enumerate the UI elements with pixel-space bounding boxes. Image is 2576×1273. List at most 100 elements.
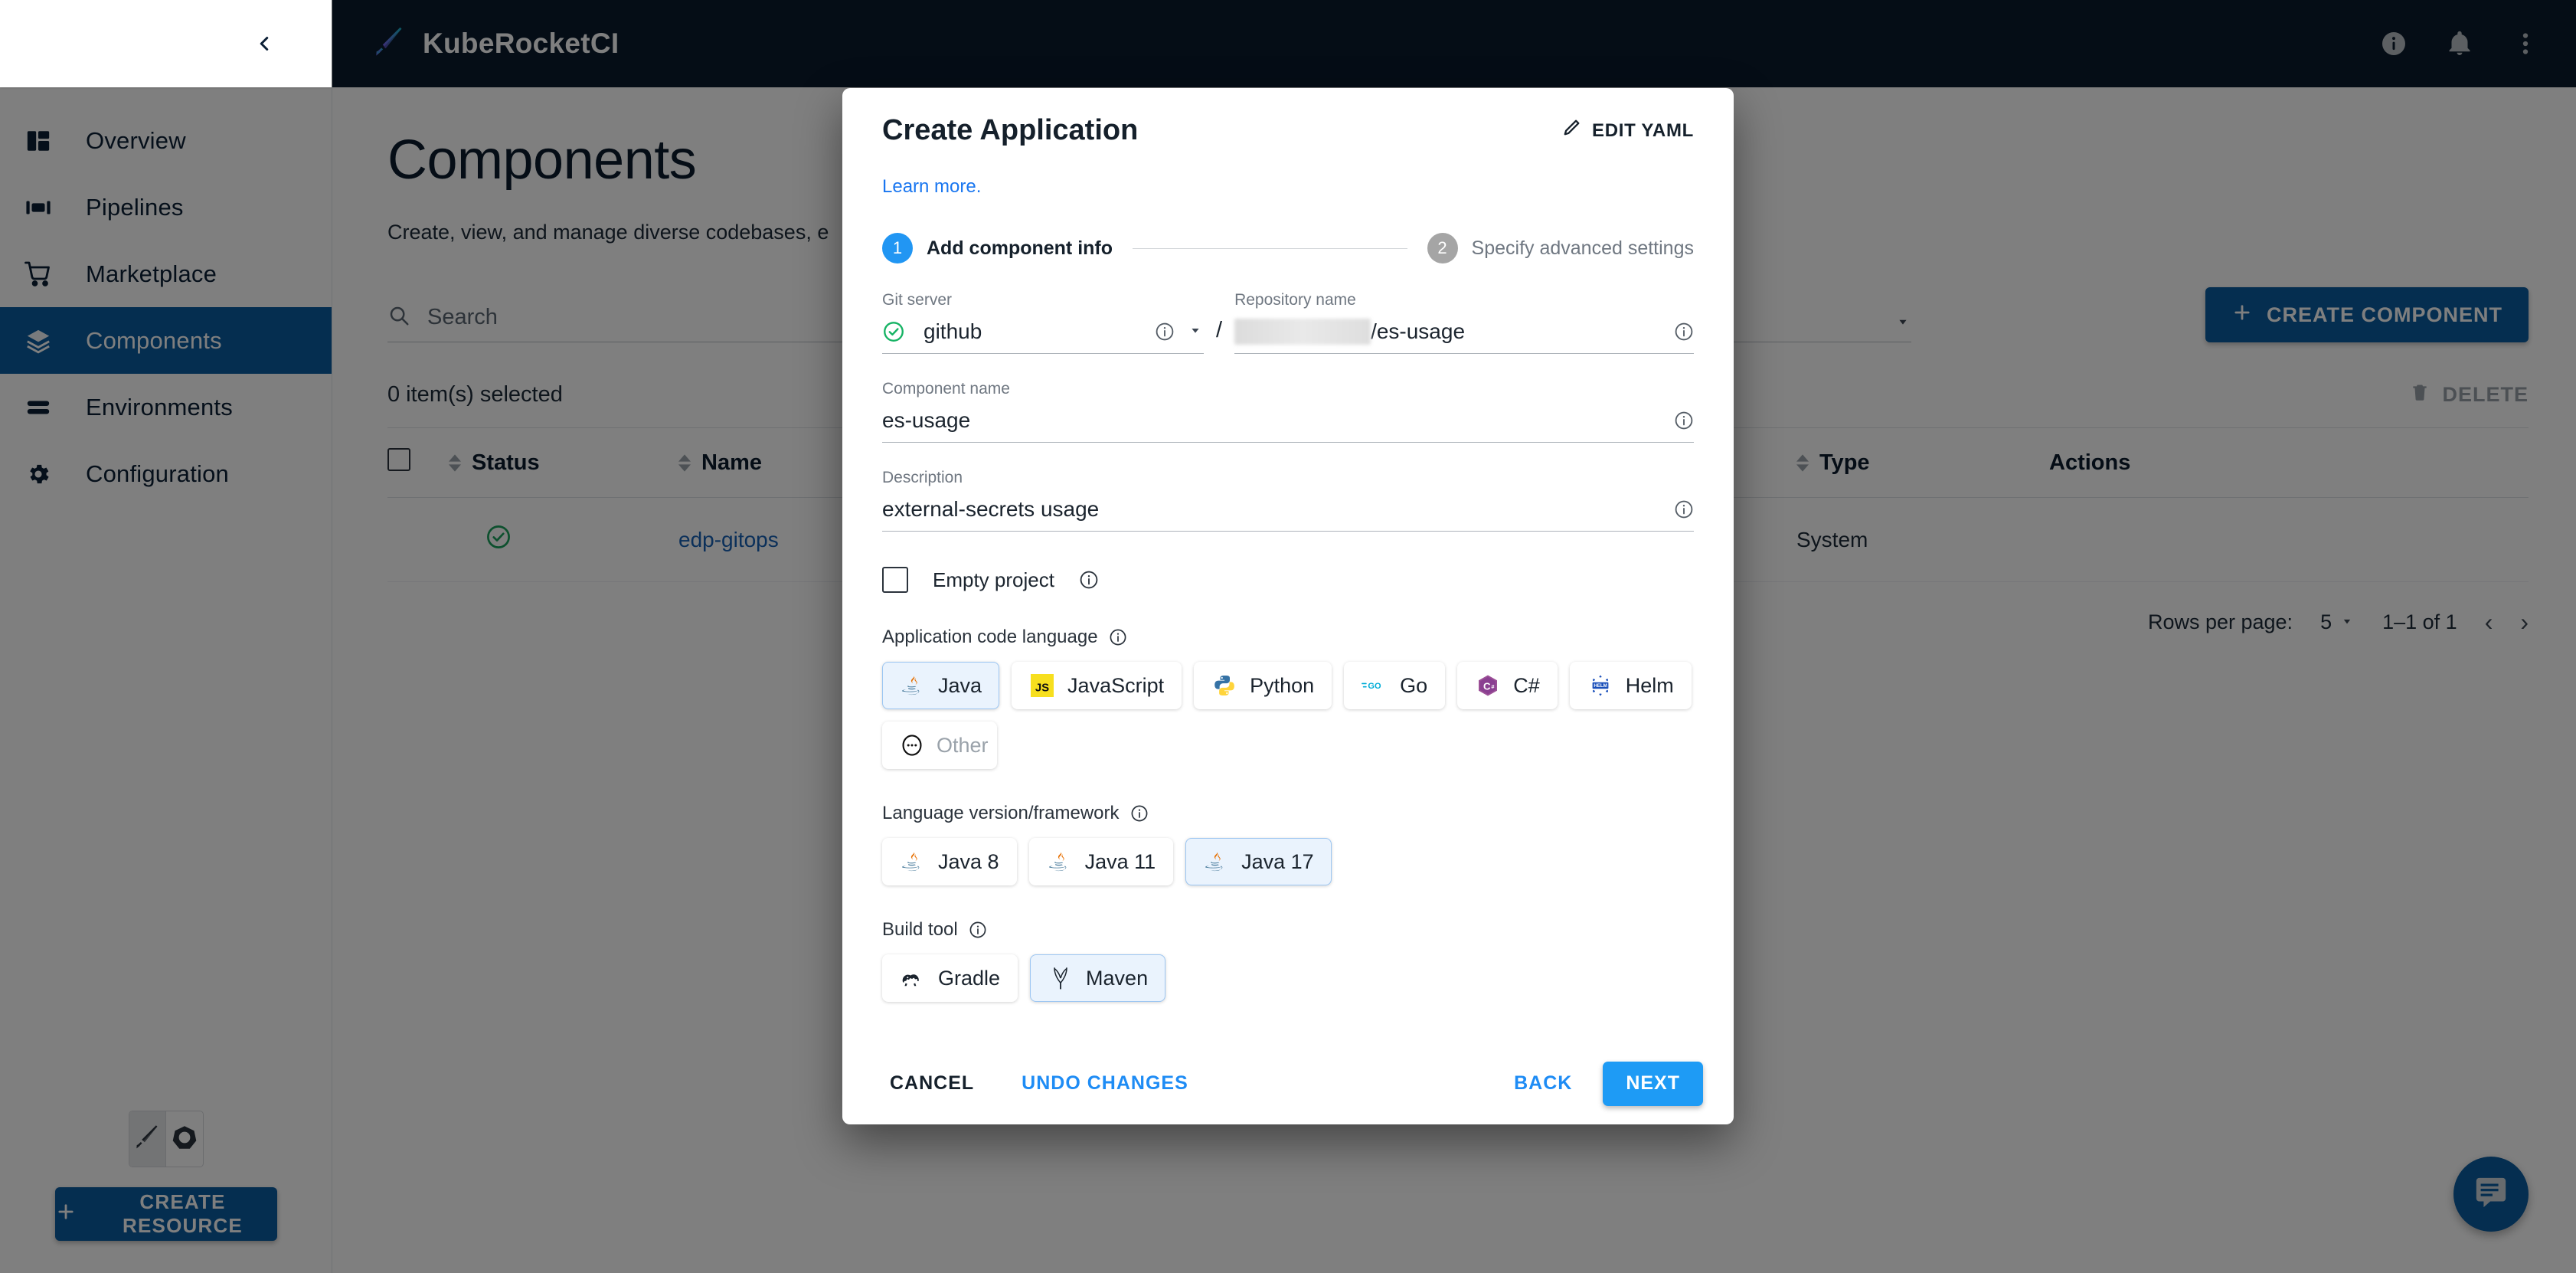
language-option-csharp[interactable]: C # C# xyxy=(1457,662,1558,709)
build-tool-label-text: Build tool xyxy=(882,919,958,940)
component-name-field[interactable]: Component name es-usage xyxy=(882,380,1694,443)
info-circle-icon[interactable] xyxy=(1674,322,1694,342)
language-options: Java JS JavaScript Python GO Go C # C# H… xyxy=(882,662,1694,769)
version-option-java-17[interactable]: Java 17 xyxy=(1185,838,1332,885)
helm-icon: HELM xyxy=(1587,672,1613,699)
language-option-helm[interactable]: HELM Helm xyxy=(1569,662,1692,709)
language-label-text: Application code language xyxy=(882,627,1098,647)
language-option-other[interactable]: Other xyxy=(882,722,997,769)
git-server-field[interactable]: Git server github xyxy=(882,291,1204,354)
dialog-stepper: 1 Add component info 2 Specify advanced … xyxy=(882,233,1694,263)
build-tool-options: Gradle Maven xyxy=(882,954,1694,1002)
step-number: 2 xyxy=(1427,233,1458,263)
build-tool-section-label: Build tool xyxy=(882,919,1694,941)
svg-text:HELM: HELM xyxy=(1594,683,1607,689)
info-circle-icon[interactable] xyxy=(1155,322,1175,342)
repository-name-field[interactable]: Repository name /es-usage xyxy=(1234,291,1694,354)
language-section-label: Application code language xyxy=(882,627,1694,648)
step-label: Specify advanced settings xyxy=(1471,237,1694,259)
edit-yaml-button[interactable]: EDIT YAML xyxy=(1561,118,1694,143)
python-icon xyxy=(1211,672,1237,699)
maven-icon xyxy=(1048,965,1074,991)
empty-project-row: Empty project xyxy=(882,567,1694,593)
repository-name-label: Repository name xyxy=(1234,291,1356,309)
language-option-java[interactable]: Java xyxy=(882,662,1000,709)
description-label: Description xyxy=(882,469,963,486)
chip-label: Python xyxy=(1250,673,1315,697)
empty-project-checkbox[interactable] xyxy=(882,567,908,593)
description-field[interactable]: Description external-secrets usage xyxy=(882,469,1694,532)
back-button[interactable]: BACK xyxy=(1497,1062,1589,1106)
create-application-dialog: Create Application EDIT YAML Learn more.… xyxy=(842,88,1734,1124)
next-button[interactable]: NEXT xyxy=(1603,1061,1703,1106)
info-circle-icon[interactable] xyxy=(969,921,987,939)
path-separator: / xyxy=(1216,318,1223,342)
version-option-java-11[interactable]: Java 11 xyxy=(1028,838,1174,885)
description-value: external-secrets usage xyxy=(882,497,1100,521)
chip-label: Java 8 xyxy=(938,849,999,873)
chip-label: Other xyxy=(937,733,989,757)
chevron-left-icon xyxy=(260,37,269,51)
version-label-text: Language version/framework xyxy=(882,803,1120,823)
edit-yaml-label: EDIT YAML xyxy=(1592,119,1694,141)
java-icon xyxy=(900,672,926,699)
version-options: Java 8 Java 11 Java 17 xyxy=(882,838,1694,885)
step-label: Add component info xyxy=(927,237,1113,259)
component-name-label: Component name xyxy=(882,380,1010,398)
go-icon: GO xyxy=(1362,672,1388,699)
sidebar-collapse-button[interactable] xyxy=(244,24,284,64)
csharp-icon: C # xyxy=(1475,672,1501,699)
dialog-footer: CANCEL UNDO CHANGES BACK NEXT xyxy=(842,1042,1734,1124)
build-tool-option-maven[interactable]: Maven xyxy=(1030,954,1166,1002)
chip-label: Java xyxy=(938,673,982,697)
redacted-owner xyxy=(1234,319,1371,345)
pencil-icon xyxy=(1561,118,1581,143)
other-dots-icon xyxy=(900,732,924,758)
svg-text:GO: GO xyxy=(1368,682,1382,691)
info-circle-icon[interactable] xyxy=(1079,570,1099,590)
version-option-java-8[interactable]: Java 8 xyxy=(882,838,1017,885)
chip-label: Go xyxy=(1400,673,1428,697)
check-circle-icon xyxy=(882,320,905,343)
build-tool-section: Build tool Gradle Maven xyxy=(882,919,1694,1002)
step-2[interactable]: 2 Specify advanced settings xyxy=(1427,233,1694,263)
chip-label: Maven xyxy=(1086,966,1149,990)
language-section: Application code language Java JS JavaSc… xyxy=(882,627,1694,769)
version-section-label: Language version/framework xyxy=(882,803,1694,824)
java-icon xyxy=(1047,849,1073,875)
chip-label: Java 11 xyxy=(1084,849,1156,873)
stepper-connector xyxy=(1133,247,1407,249)
info-circle-icon[interactable] xyxy=(1109,628,1127,646)
language-option-go[interactable]: GO Go xyxy=(1344,662,1446,709)
dialog-form: Git server github / Repository name /es-… xyxy=(882,291,1694,1002)
java-icon xyxy=(1203,849,1229,875)
chip-label: Java 17 xyxy=(1241,849,1314,873)
svg-text:JS: JS xyxy=(1035,682,1049,695)
step-1[interactable]: 1 Add component info xyxy=(882,233,1113,263)
screen: Overview Pipelines Marketplace xyxy=(0,0,2576,1273)
caret-down-icon[interactable] xyxy=(1187,322,1204,342)
gradle-icon xyxy=(900,965,926,991)
info-circle-icon[interactable] xyxy=(1130,804,1149,823)
info-circle-icon[interactable] xyxy=(1674,411,1694,430)
language-option-javascript[interactable]: JS JavaScript xyxy=(1012,662,1182,709)
sidebar-header xyxy=(0,0,332,87)
cancel-button[interactable]: CANCEL xyxy=(873,1062,991,1106)
javascript-icon: JS xyxy=(1029,672,1055,699)
learn-more-link[interactable]: Learn more. xyxy=(882,176,1694,198)
dialog-title: Create Application xyxy=(882,114,1139,146)
chip-label: Helm xyxy=(1625,673,1674,697)
step-number: 1 xyxy=(882,233,913,263)
build-tool-option-gradle[interactable]: Gradle xyxy=(882,954,1018,1002)
undo-changes-button[interactable]: UNDO CHANGES xyxy=(1005,1062,1205,1106)
version-section: Language version/framework Java 8 Java 1… xyxy=(882,803,1694,885)
chip-label: JavaScript xyxy=(1067,673,1165,697)
git-row: Git server github / Repository name /es-… xyxy=(882,291,1694,354)
language-option-python[interactable]: Python xyxy=(1194,662,1332,709)
component-name-value: es-usage xyxy=(882,408,971,432)
info-circle-icon[interactable] xyxy=(1674,499,1694,519)
chip-label: C# xyxy=(1513,673,1540,697)
java-icon xyxy=(900,849,926,875)
repository-name-value: /es-usage xyxy=(1371,319,1466,343)
empty-project-label: Empty project xyxy=(933,568,1054,591)
